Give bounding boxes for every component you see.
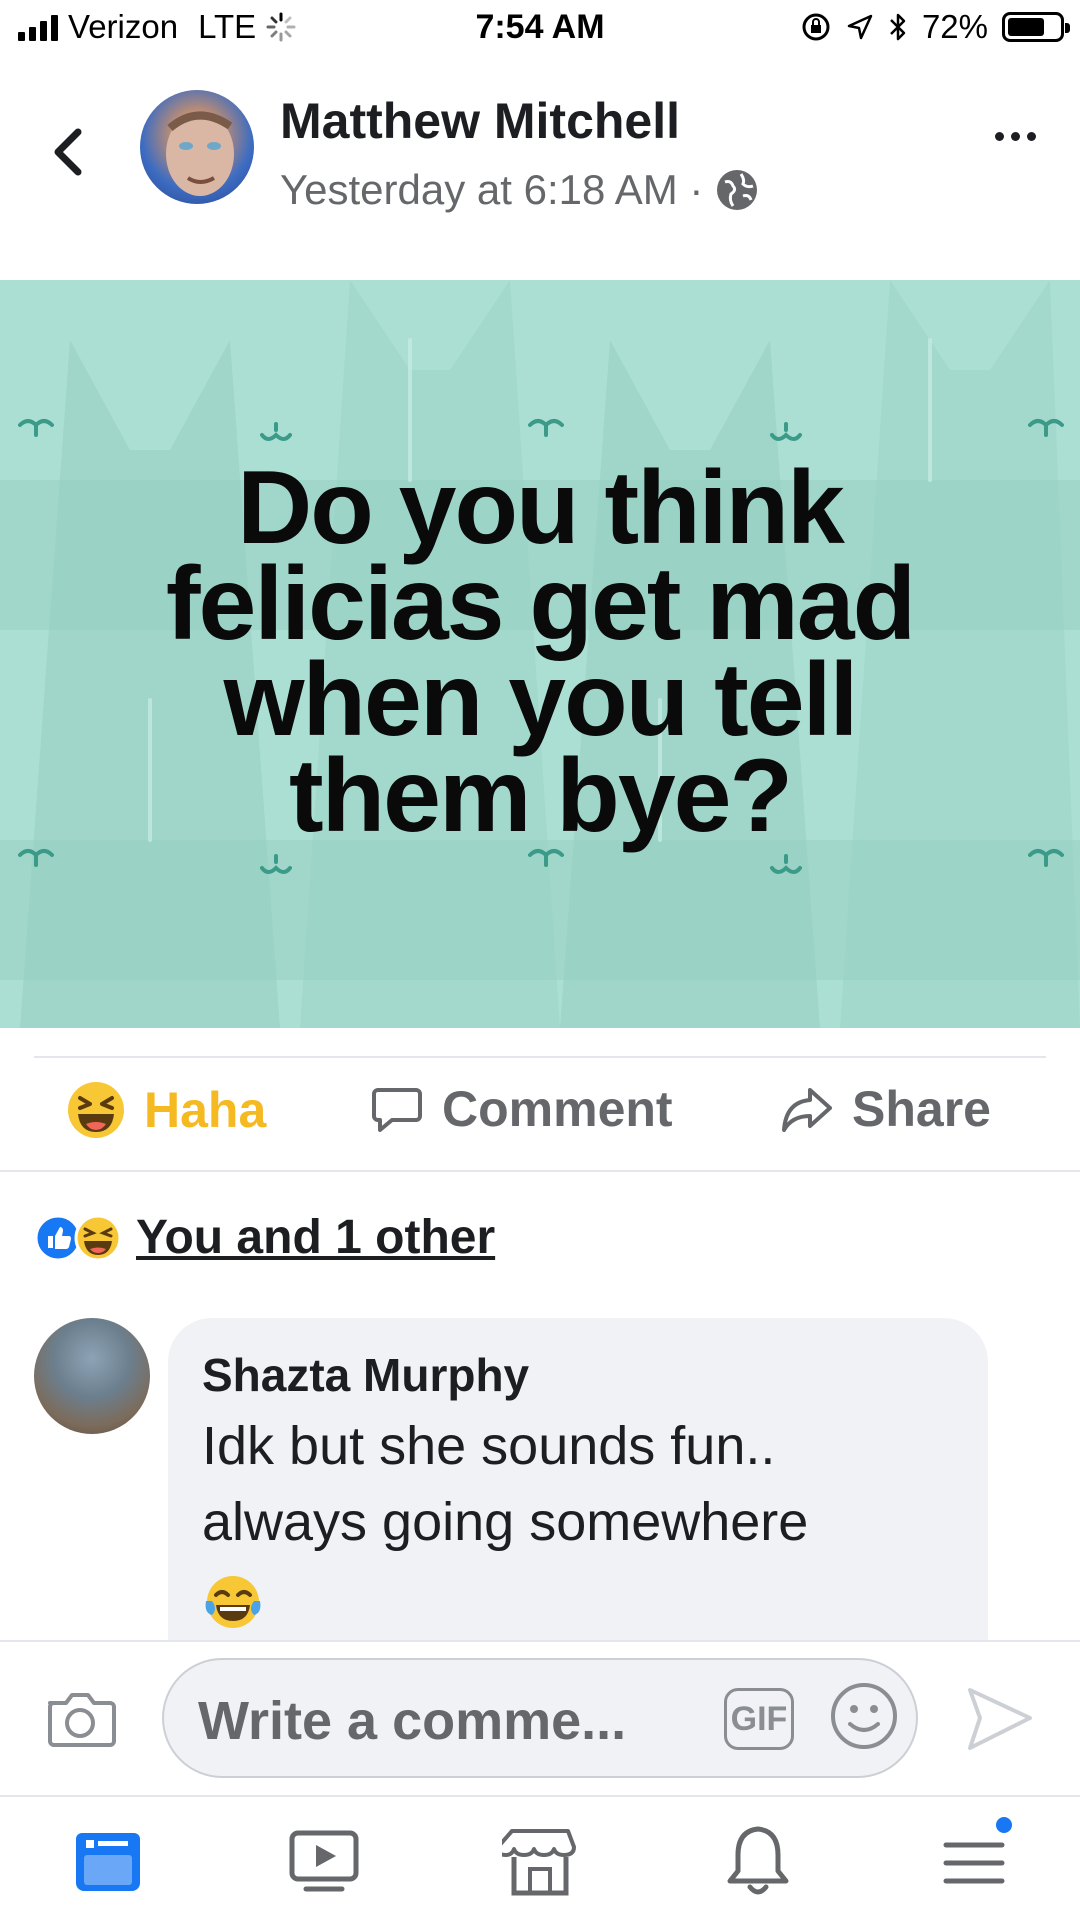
globe-icon [717,170,758,210]
divider [0,1170,1080,1172]
share-label: Share [852,1081,991,1137]
bluetooth-icon [890,13,906,41]
haha-emoji-icon [68,1082,124,1138]
post-image[interactable]: Do you think felicias get mad when you t… [0,280,1080,1028]
tears-of-joy-emoji-icon [205,1575,261,1628]
battery-icon [1002,12,1070,42]
haha-label: Haha [144,1082,267,1138]
nav-notifications[interactable] [718,1821,798,1901]
camera-button[interactable] [44,1687,116,1756]
commenter-avatar[interactable] [34,1318,150,1434]
author-name[interactable]: Matthew Mitchell [280,92,680,150]
more-options-button[interactable] [995,132,1036,141]
marketplace-icon [502,1829,576,1896]
nav-marketplace[interactable] [500,1821,580,1901]
menu-icon [943,1842,1005,1884]
emoji-button[interactable] [828,1680,900,1757]
share-icon [782,1088,832,1132]
post-header: Matthew Mitchell Yesterday at 6:18 AM · [0,80,1080,220]
news-feed-icon [76,1833,140,1891]
comment-label: Comment [442,1081,673,1137]
back-button[interactable] [40,116,100,186]
post-text-line: when you tell [223,642,859,758]
haha-button[interactable]: Haha [66,1080,266,1140]
send-icon [968,1688,1032,1750]
post-text-line: them bye? [288,738,793,854]
post-timestamp[interactable]: Yesterday at 6:18 AM · [280,166,703,214]
post-meta: Yesterday at 6:18 AM · [280,166,759,214]
comment-body: Idk but she sounds fun.. always going so… [202,1416,809,1552]
post-text-line: felicias get mad [165,546,916,662]
chevron-left-icon [54,128,82,176]
nav-menu[interactable] [934,1815,1014,1901]
action-bar: Haha Comment Share [0,1060,1080,1170]
status-right: 72% [800,8,1070,46]
divider [34,1056,1046,1058]
haha-reaction-icon [74,1214,122,1261]
battery-level [1008,18,1044,36]
location-icon [847,14,873,40]
notification-dot [994,1815,1014,1835]
battery-percent: 72% [921,8,988,45]
comment-placeholder: Write a comme... [198,1691,627,1751]
comment-composer: Write a comme... GIF [0,1640,1080,1795]
bottom-nav [0,1795,1080,1920]
camera-icon [48,1693,116,1747]
reactions-summary[interactable]: You and 1 other [34,1210,495,1265]
post-text-line: Do you think [237,450,845,566]
orientation-lock-icon [802,13,830,41]
nav-watch[interactable] [284,1821,364,1901]
author-avatar[interactable] [140,90,254,204]
watch-icon [289,1830,359,1892]
smiley-icon [831,1683,897,1749]
status-bar: Verizon LTE 7:54 AM 72% [0,0,1080,60]
comment-input[interactable]: Write a comme... GIF [162,1658,918,1778]
gif-button[interactable]: GIF [724,1688,794,1750]
reactions-text[interactable]: You and 1 other [136,1210,495,1265]
nav-news-feed[interactable] [68,1821,148,1901]
notifications-icon [727,1826,789,1895]
comment-icon [372,1088,422,1132]
share-button[interactable]: Share [780,1080,991,1138]
comment-button[interactable]: Comment [370,1080,673,1138]
commenter-name[interactable]: Shazta Murphy [202,1348,954,1402]
avatar-face [166,111,234,196]
post-text: Do you think felicias get mad when you t… [0,450,1080,854]
comment-text: Idk but she sounds fun.. always going so… [202,1408,954,1636]
send-button[interactable] [966,1684,1036,1759]
comment-bubble[interactable]: Shazta Murphy Idk but she sounds fun.. a… [168,1318,988,1658]
